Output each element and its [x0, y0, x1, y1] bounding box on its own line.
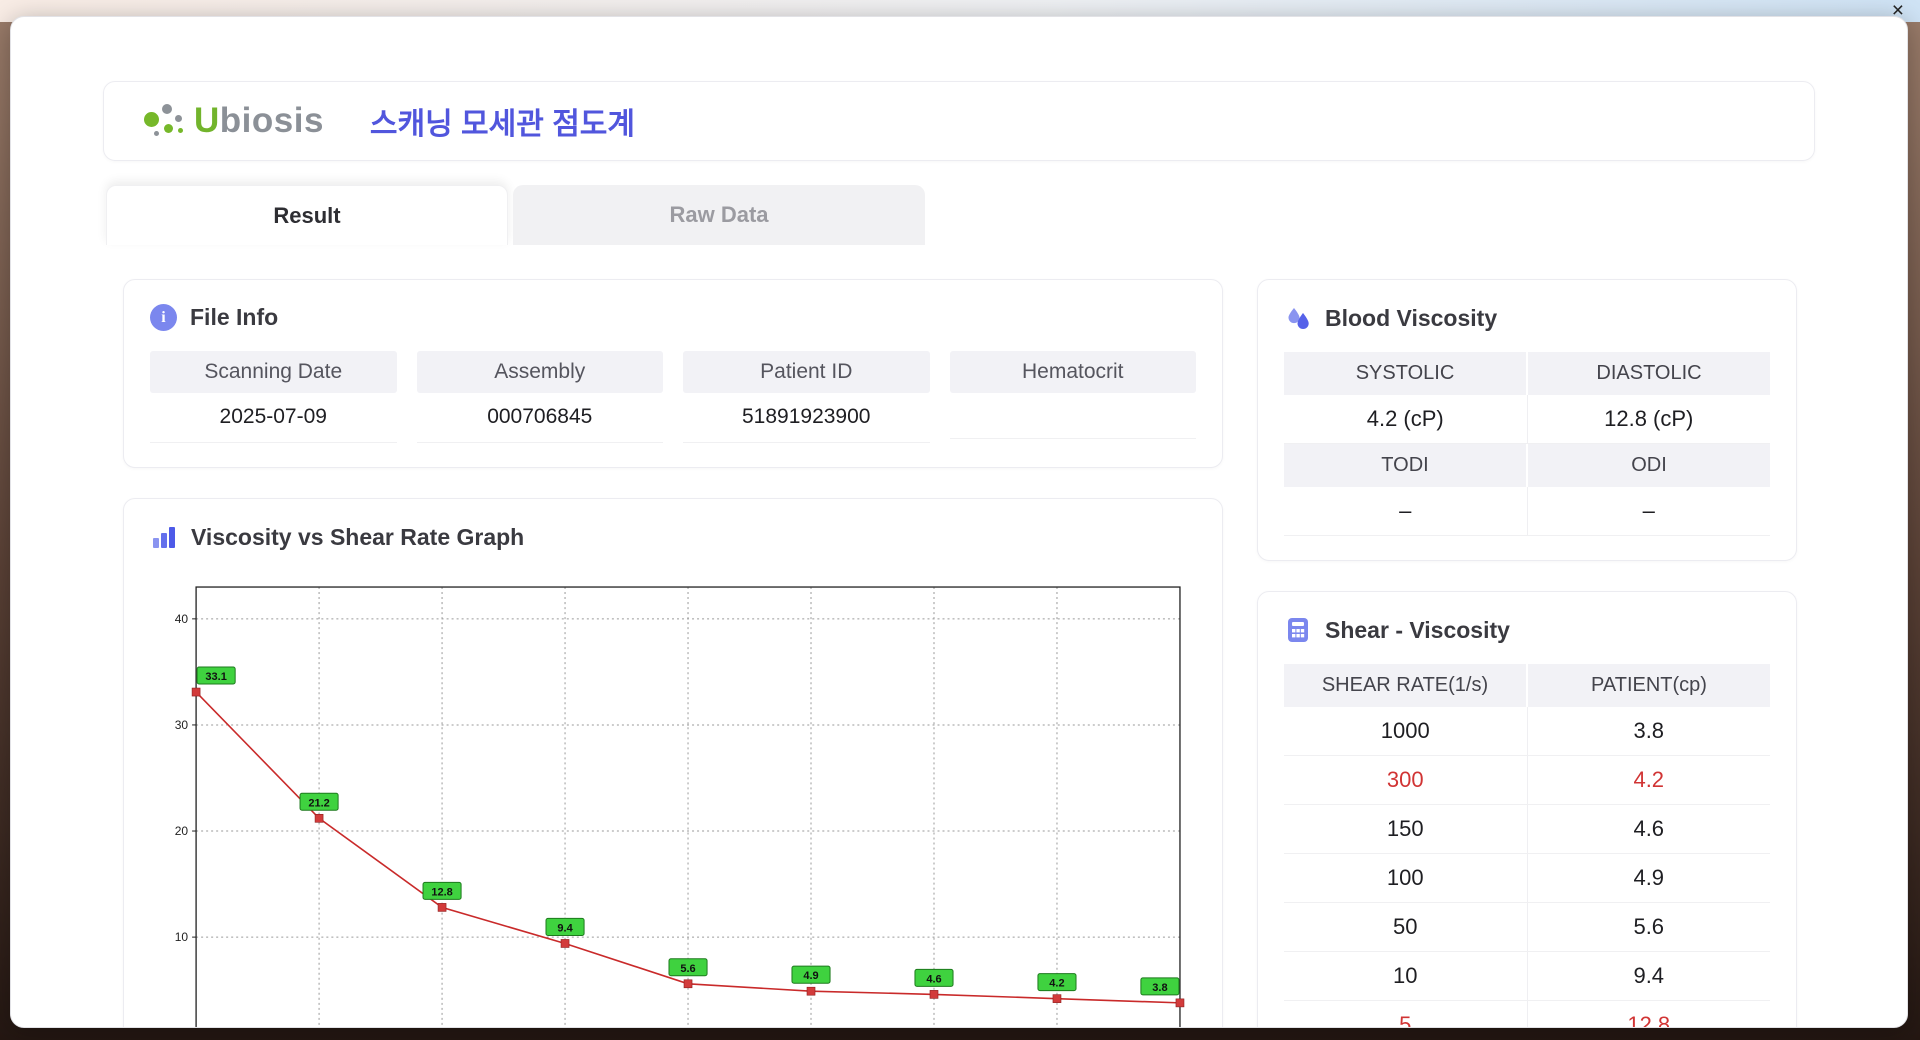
- table-row: 1000 3.8: [1284, 707, 1770, 756]
- tab-raw-data[interactable]: Raw Data: [513, 185, 925, 245]
- bv-header-todi: TODI: [1284, 444, 1526, 487]
- info-icon: i: [150, 304, 177, 331]
- blood-viscosity-heading: Blood Viscosity: [1284, 304, 1770, 332]
- sv-patient-value: 9.4: [1526, 952, 1770, 1001]
- sv-header-patient: PATIENT(cp): [1526, 664, 1770, 707]
- ubiosis-logo: Ubiosis: [142, 97, 324, 145]
- field-value: 2025-07-09: [150, 393, 397, 443]
- field-value: 000706845: [416, 393, 663, 443]
- sv-patient-value: 4.6: [1526, 805, 1770, 854]
- svg-text:12.8: 12.8: [431, 886, 452, 898]
- bv-header-systolic: SYSTOLIC: [1284, 352, 1526, 395]
- svg-text:4.6: 4.6: [926, 973, 941, 985]
- viscosity-chart: 1020304033.121.212.89.45.64.94.64.23.812…: [150, 571, 1196, 1027]
- viscosity-chart-svg: 1020304033.121.212.89.45.64.94.64.23.812…: [175, 586, 1185, 1027]
- svg-text:30: 30: [175, 718, 189, 732]
- field-label: Patient ID: [683, 351, 930, 393]
- sv-shear-value: 150: [1284, 805, 1527, 854]
- sv-header-row: SHEAR RATE(1/s) PATIENT(cp): [1284, 664, 1770, 707]
- svg-text:4.2: 4.2: [1049, 978, 1064, 990]
- sv-patient-value: 4.2: [1526, 756, 1770, 805]
- bv-header-odi: ODI: [1526, 444, 1770, 487]
- field-assembly: Assembly 000706845: [416, 351, 663, 443]
- blood-viscosity-card: Blood Viscosity SYSTOLIC DIASTOLIC 4.2 (…: [1257, 279, 1797, 561]
- field-scanning-date: Scanning Date 2025-07-09: [150, 351, 397, 443]
- field-value: [949, 393, 1196, 439]
- svg-text:9.4: 9.4: [557, 922, 573, 934]
- svg-text:3.8: 3.8: [1152, 982, 1167, 994]
- table-row: 5 12.8: [1284, 1001, 1771, 1027]
- field-value: 51891923900: [683, 393, 930, 443]
- table-row: 150 4.6: [1284, 805, 1770, 854]
- bv-odi-value: –: [1526, 487, 1770, 536]
- field-label: Hematocrit: [949, 351, 1196, 393]
- page-title: 스캐닝 모세관 점도계: [369, 108, 635, 141]
- tab-bar: Result Raw Data: [106, 185, 1907, 245]
- sv-shear-value: 5: [1284, 1001, 1527, 1027]
- file-info-heading: i File Info: [150, 304, 1196, 331]
- svg-text:40: 40: [175, 612, 189, 626]
- bar-chart-icon: [150, 523, 178, 551]
- logo-text: Ubiosis: [194, 101, 324, 140]
- tab-result[interactable]: Result: [106, 185, 508, 245]
- sv-patient-value: 3.8: [1526, 707, 1770, 756]
- bv-systolic-value: 4.2 (cP): [1284, 395, 1527, 444]
- bv-value-row: 4.2 (cP) 12.8 (cP): [1284, 395, 1770, 444]
- svg-text:10: 10: [175, 930, 189, 944]
- app-window: Ubiosis 스캐닝 모세관 점도계 Result Raw Data i Fi…: [10, 16, 1908, 1028]
- close-icon[interactable]: ×: [1892, 0, 1904, 21]
- file-info-card: i File Info Scanning Date 2025-07-09 Ass…: [123, 279, 1223, 468]
- svg-text:20: 20: [175, 824, 189, 838]
- shear-viscosity-heading: Shear - Viscosity: [1284, 616, 1770, 644]
- bv-diastolic-value: 12.8 (cP): [1526, 395, 1770, 444]
- bv-todi-value: –: [1284, 487, 1527, 536]
- bv-header-row: TODI ODI: [1284, 444, 1770, 487]
- field-patient-id: Patient ID 51891923900: [683, 351, 930, 443]
- sv-shear-value: 100: [1284, 854, 1527, 903]
- svg-text:21.2: 21.2: [308, 797, 329, 809]
- left-column: i File Info Scanning Date 2025-07-09 Ass…: [123, 279, 1223, 1027]
- bv-header-diastolic: DIASTOLIC: [1526, 352, 1770, 395]
- logo-dots-icon: [142, 97, 188, 145]
- sv-shear-value: 300: [1284, 756, 1527, 805]
- bv-header-row: SYSTOLIC DIASTOLIC: [1284, 352, 1770, 395]
- sv-header-shear-rate: SHEAR RATE(1/s): [1284, 664, 1526, 707]
- droplet-icon: [1284, 304, 1312, 332]
- viscosity-graph-card: Viscosity vs Shear Rate Graph 10 20 30 40 33…: [123, 498, 1223, 1027]
- bv-value-row: – –: [1284, 487, 1770, 536]
- right-column: Blood Viscosity SYSTOLIC DIASTOLIC 4.2 (…: [1257, 279, 1797, 1027]
- calculator-icon: [1284, 616, 1312, 644]
- graph-heading: Viscosity vs Shear Rate Graph: [150, 523, 1196, 551]
- field-label: Scanning Date: [150, 351, 397, 393]
- table-row: 100 4.9: [1284, 854, 1770, 903]
- sv-shear-value: 1000: [1284, 707, 1527, 756]
- sv-shear-value: 10: [1284, 952, 1527, 1001]
- shear-viscosity-card: Shear - Viscosity SHEAR RATE(1/s) PATIEN…: [1257, 591, 1797, 1027]
- sv-shear-value: 50: [1284, 903, 1527, 952]
- field-label: Assembly: [416, 351, 663, 393]
- table-row: 10 9.4: [1284, 952, 1770, 1001]
- sv-patient-value: 4.9: [1526, 854, 1770, 903]
- sv-patient-value: 5.6: [1526, 903, 1770, 952]
- svg-text:4.9: 4.9: [803, 970, 818, 982]
- app-header: Ubiosis 스캐닝 모세관 점도계: [103, 81, 1815, 161]
- field-hematocrit: Hematocrit: [949, 351, 1196, 443]
- table-row: 50 5.6: [1284, 903, 1770, 952]
- table-row: 300 4.2: [1284, 756, 1770, 805]
- svg-text:5.6: 5.6: [680, 963, 695, 975]
- main-content: i File Info Scanning Date 2025-07-09 Ass…: [11, 245, 1907, 1027]
- svg-text:33.1: 33.1: [205, 671, 226, 683]
- sv-patient-value: 12.8: [1526, 1001, 1771, 1027]
- file-info-fields: Scanning Date 2025-07-09 Assembly 000706…: [150, 351, 1196, 443]
